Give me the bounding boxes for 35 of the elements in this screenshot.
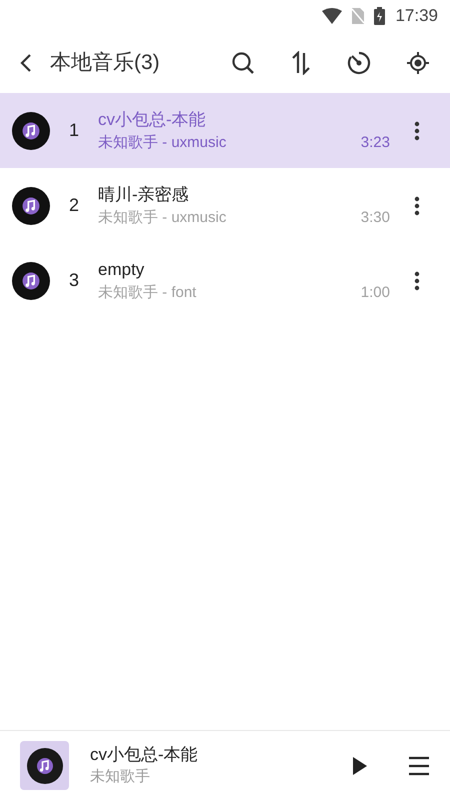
song-duration: 3:23 bbox=[360, 132, 390, 152]
timer-icon[interactable] bbox=[347, 50, 371, 74]
song-subtitle: 未知歌手 - font bbox=[98, 282, 198, 302]
search-icon[interactable] bbox=[231, 50, 255, 74]
song-duration: 1:00 bbox=[360, 282, 390, 302]
music-disc-icon bbox=[12, 186, 50, 224]
track-number: 2 bbox=[68, 194, 80, 217]
more-icon[interactable] bbox=[414, 270, 420, 290]
clock-time: 17:39 bbox=[395, 5, 438, 28]
track-number: 3 bbox=[68, 269, 80, 292]
music-disc-icon bbox=[12, 112, 50, 150]
song-row[interactable]: 1 cv小包总-本能 未知歌手 - uxmusic 3:23 bbox=[0, 93, 450, 168]
now-playing-title: cv小包总-本能 bbox=[90, 744, 198, 766]
song-title: cv小包总-本能 bbox=[98, 108, 207, 130]
more-icon[interactable] bbox=[414, 196, 420, 216]
locate-icon[interactable] bbox=[406, 50, 430, 74]
no-sim-icon bbox=[352, 8, 364, 24]
playlist-icon[interactable] bbox=[408, 756, 430, 776]
battery-icon bbox=[374, 7, 386, 25]
sort-icon[interactable] bbox=[290, 50, 312, 74]
song-duration: 3:30 bbox=[360, 208, 390, 228]
music-disc-icon bbox=[12, 262, 50, 300]
track-number: 1 bbox=[68, 119, 80, 142]
page-title: 本地音乐(3) bbox=[50, 50, 160, 76]
song-subtitle: 未知歌手 - uxmusic bbox=[98, 132, 228, 152]
back-icon[interactable] bbox=[20, 52, 32, 72]
now-playing-artist: 未知歌手 bbox=[90, 766, 151, 786]
song-subtitle: 未知歌手 - uxmusic bbox=[98, 208, 228, 228]
song-title: 晴川-亲密感 bbox=[98, 184, 190, 206]
more-icon[interactable] bbox=[414, 120, 420, 140]
play-icon[interactable] bbox=[352, 756, 368, 776]
now-playing-bar[interactable]: cv小包总-本能 未知歌手 bbox=[0, 730, 450, 800]
song-title: empty bbox=[98, 258, 146, 280]
music-disc-icon bbox=[26, 748, 62, 784]
wifi-icon bbox=[322, 8, 342, 24]
